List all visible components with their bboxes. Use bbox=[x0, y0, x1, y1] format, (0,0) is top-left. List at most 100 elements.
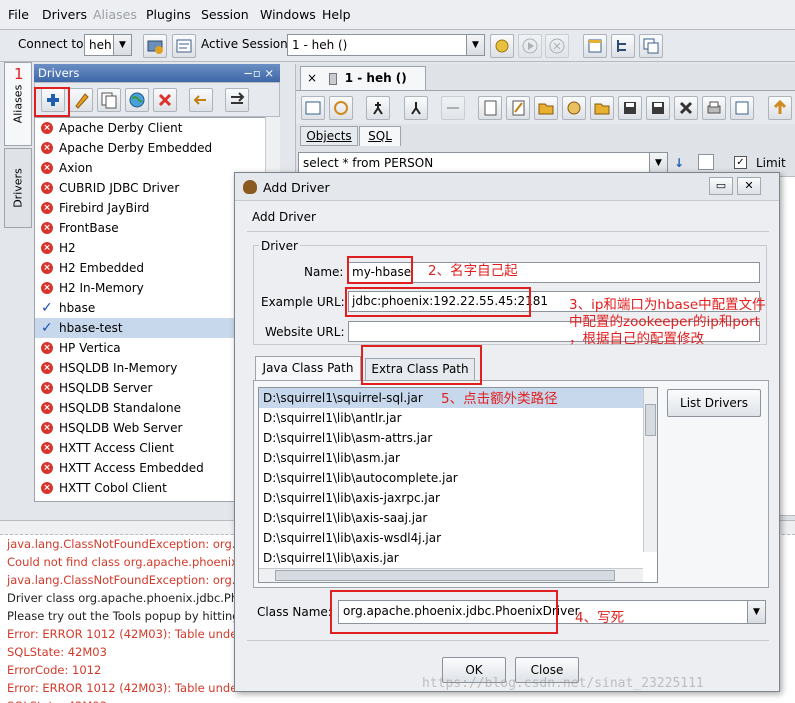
print-icon[interactable] bbox=[702, 96, 726, 120]
error-icon: × bbox=[41, 142, 53, 154]
refresh-icon[interactable] bbox=[329, 96, 353, 120]
list-icon[interactable] bbox=[698, 154, 714, 170]
menu-bar: File Drivers Aliases Plugins Session Win… bbox=[0, 0, 795, 30]
dialog-close-icon[interactable]: ✕ bbox=[737, 177, 761, 195]
file-icon[interactable] bbox=[562, 96, 586, 120]
driver-name: HSQLDB Server bbox=[59, 381, 153, 395]
error-icon: × bbox=[41, 162, 53, 174]
annotation-3-line3: ，根据自己的配置修改 bbox=[569, 331, 704, 347]
log-line: SQLState: 42M03 bbox=[0, 697, 795, 703]
globe-icon[interactable] bbox=[125, 88, 149, 112]
menu-file[interactable]: File bbox=[8, 7, 29, 22]
driver-name: FrontBase bbox=[59, 221, 119, 235]
save-as-icon[interactable] bbox=[646, 96, 670, 120]
tab-java-class-path[interactable]: Java Class Path bbox=[255, 356, 361, 380]
connect-combo[interactable]: heh ▼ bbox=[84, 34, 132, 56]
class-path-item[interactable]: D:\squirrel1\lib\axis-saaj.jar bbox=[259, 508, 657, 528]
connect-icon[interactable] bbox=[143, 34, 167, 58]
checkmark-icon: ✓ bbox=[41, 320, 53, 336]
new-window-icon[interactable] bbox=[583, 34, 607, 58]
menu-plugins[interactable]: Plugins bbox=[146, 7, 191, 22]
class-path-item[interactable]: D:\squirrel1\lib\asm.jar bbox=[259, 448, 657, 468]
limit-checkbox[interactable]: ✓ bbox=[734, 156, 747, 169]
sql-history-icon[interactable] bbox=[301, 96, 325, 120]
class-path-list[interactable]: D:\squirrel1\squirrel-sql.jar D:\squirrel… bbox=[258, 387, 658, 583]
watermark: https://blog.csdn.net/sinat_23225111 bbox=[422, 676, 704, 691]
dialog-title: Add Driver bbox=[263, 180, 330, 195]
active-session-value: 1 - heh () bbox=[292, 38, 348, 52]
close-label: Close bbox=[530, 663, 564, 677]
class-path-item[interactable]: D:\squirrel1\lib\axis-wsdl4j.jar bbox=[259, 528, 657, 548]
tab-sql[interactable]: SQL bbox=[359, 126, 401, 146]
tab-drivers[interactable]: Drivers bbox=[4, 148, 32, 228]
run-all-icon[interactable] bbox=[404, 96, 428, 120]
menu-drivers[interactable]: Drivers bbox=[42, 7, 87, 22]
open-file-icon[interactable] bbox=[590, 96, 614, 120]
example-url-label: Example URL: bbox=[261, 295, 345, 309]
arrow-right-icon[interactable] bbox=[225, 88, 249, 112]
edit-driver-button[interactable] bbox=[69, 88, 93, 112]
checkmark-icon: ✓ bbox=[41, 300, 53, 316]
tab-extra-class-path[interactable]: Extra Class Path bbox=[365, 358, 475, 380]
class-name-combo[interactable]: org.apache.phoenix.jdbc.PhoenixDriver ▼ bbox=[338, 600, 766, 624]
example-url-value: jdbc:phoenix:192.22.55.45:2181 bbox=[352, 294, 548, 308]
run-sql-icon[interactable] bbox=[366, 96, 390, 120]
hscroll-thumb[interactable] bbox=[275, 570, 615, 581]
commit-icon[interactable] bbox=[490, 34, 514, 58]
new-sql-icon[interactable] bbox=[478, 96, 502, 120]
delete-driver-button[interactable] bbox=[153, 88, 177, 112]
class-path-item[interactable]: D:\squirrel1\lib\autocomplete.jar bbox=[259, 468, 657, 488]
active-session-combo[interactable]: 1 - heh () ▼ bbox=[287, 34, 485, 56]
error-icon: × bbox=[41, 462, 53, 474]
driver-name: HSQLDB In-Memory bbox=[59, 361, 178, 375]
squirrel-icon bbox=[243, 180, 257, 194]
ok-label: OK bbox=[465, 663, 483, 677]
menu-windows[interactable]: Windows bbox=[260, 7, 316, 22]
edit-sql-icon[interactable] bbox=[506, 96, 530, 120]
error-icon: × bbox=[41, 282, 53, 294]
dialog-header: Add Driver bbox=[252, 210, 316, 224]
list-drivers-button[interactable]: List Drivers bbox=[667, 389, 761, 417]
add-driver-dialog: Add Driver ▭ ✕ Add Driver Driver Name: m… bbox=[234, 172, 780, 692]
name-field[interactable]: my-hbase bbox=[348, 262, 760, 283]
minimize-icon[interactable]: ▭ bbox=[709, 177, 733, 195]
class-path-vscroll[interactable] bbox=[643, 388, 657, 552]
driver-row[interactable]: × Apache Derby Client bbox=[35, 118, 279, 138]
copy-driver-button[interactable] bbox=[97, 88, 121, 112]
panel-controls-icon[interactable]: −▫ × bbox=[243, 66, 274, 80]
tree-icon[interactable] bbox=[611, 34, 635, 58]
open-folder-icon[interactable] bbox=[534, 96, 558, 120]
export-icon[interactable] bbox=[730, 96, 754, 120]
class-path-item[interactable]: D:\squirrel1\lib\antlr.jar bbox=[259, 408, 657, 428]
scroll-thumb[interactable] bbox=[645, 404, 656, 436]
save-icon[interactable] bbox=[618, 96, 642, 120]
tab-objects[interactable]: Objects bbox=[300, 126, 358, 146]
drivers-toolbar bbox=[34, 82, 280, 117]
clear-icon[interactable] bbox=[674, 96, 698, 120]
session-tab[interactable]: × 1 - heh () bbox=[300, 66, 426, 90]
arrow-up-icon[interactable] bbox=[768, 96, 792, 120]
session-icon[interactable] bbox=[172, 34, 196, 58]
class-path-rows: D:\squirrel1\squirrel-sql.jar D:\squirrel… bbox=[259, 388, 657, 568]
error-icon: × bbox=[41, 442, 53, 454]
class-path-hscroll[interactable] bbox=[259, 568, 643, 582]
driver-row[interactable]: × Apache Derby Embedded bbox=[35, 138, 279, 158]
class-path-item[interactable]: D:\squirrel1\lib\axis.jar bbox=[259, 548, 657, 568]
close-icon[interactable]: × bbox=[307, 71, 317, 85]
add-driver-button[interactable] bbox=[41, 88, 65, 112]
driver-name: HXTT Access Client bbox=[59, 441, 174, 455]
cascade-icon[interactable] bbox=[639, 34, 663, 58]
tab-java-label: Java Class Path bbox=[262, 361, 354, 375]
error-icon: × bbox=[41, 402, 53, 414]
arrow-down-icon[interactable]: ↓ bbox=[674, 156, 684, 170]
arrow-left-icon[interactable] bbox=[189, 88, 213, 112]
driver-name: HXTT Cobol Client bbox=[59, 481, 167, 495]
class-path-item[interactable]: D:\squirrel1\lib\axis-jaxrpc.jar bbox=[259, 488, 657, 508]
class-name-label: Class Name: bbox=[257, 605, 332, 619]
class-path-item[interactable]: D:\squirrel1\lib\asm-attrs.jar bbox=[259, 428, 657, 448]
menu-help[interactable]: Help bbox=[322, 7, 351, 22]
menu-session[interactable]: Session bbox=[201, 7, 249, 22]
sql-history-combo[interactable]: select * from PERSON ▼ bbox=[298, 152, 668, 174]
driver-name: CUBRID JDBC Driver bbox=[59, 181, 180, 195]
annotation-3-line1: 3、ip和端口为hbase中配置文件 bbox=[569, 297, 766, 313]
